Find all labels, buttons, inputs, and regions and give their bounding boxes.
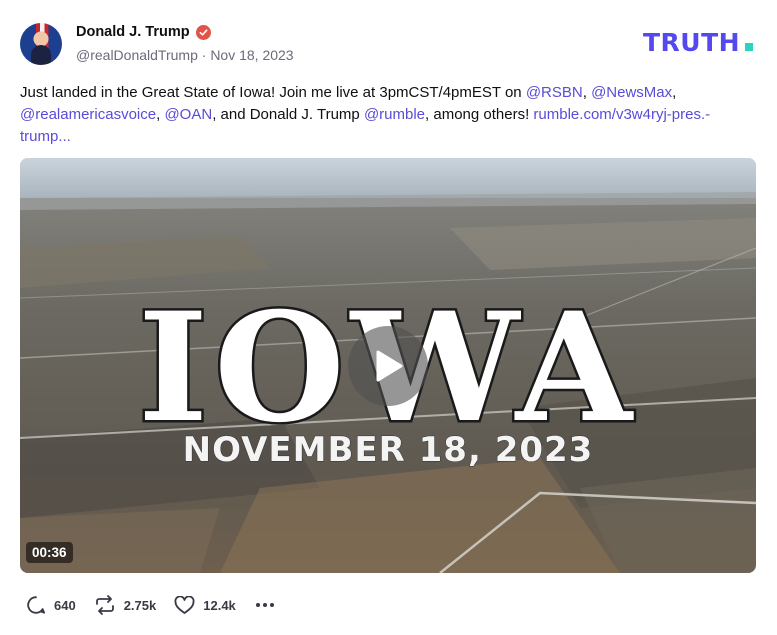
post-sep-1: , [582,84,592,101]
avatar[interactable] [20,23,62,65]
more-dot [262,603,267,607]
more-dots-icon[interactable] [255,603,274,607]
post-text-part-1: Just landed in the Great State of Iowa! … [20,84,526,101]
truth-post: Donald J. Trump @realDonaldTrump · Nov 1… [0,0,777,635]
name-row: Donald J. Trump [76,24,211,40]
meta-separator: · [201,47,207,63]
repost-count: 2.75k [123,597,157,613]
repost-button[interactable]: 2.75k [94,595,157,615]
more-dot [269,603,274,607]
video-duration: 00:36 [26,542,73,563]
truth-logo[interactable]: TRUTH [643,28,755,61]
heart-icon [174,595,195,614]
mention-newsmax[interactable]: @NewsMax [591,84,672,101]
verified-badge-icon [195,24,211,40]
mention-oan[interactable]: @OAN [164,106,212,123]
mention-realamericasvoice[interactable]: @realamericasvoice [20,106,156,123]
truth-logo-text: TRUTH [643,28,740,56]
reply-button[interactable]: 640 [26,595,76,615]
play-icon [376,350,403,382]
repost-icon [95,595,114,615]
post-sep-2: , [672,84,677,101]
reply-icon [27,596,46,614]
post-text: Just landed in the Great State of Iowa! … [20,82,757,148]
post-text-part-3: , among others! [425,106,534,123]
reply-count: 640 [54,597,76,613]
like-count: 12.4k [203,597,236,613]
display-name[interactable]: Donald J. Trump [76,24,190,40]
play-button[interactable] [348,326,428,406]
handle-row: @realDonaldTrump · Nov 18, 2023 [76,47,294,63]
action-bar: 640 2.75k 12.4k [26,594,274,616]
truth-logo-dot [745,43,753,51]
like-button[interactable]: 12.4k [174,595,236,615]
mention-rsbn[interactable]: @RSBN [526,84,583,101]
video-player[interactable]: IOWA NOVEMBER 18, 2023 00:36 [20,158,756,573]
author-handle[interactable]: @realDonaldTrump [76,47,198,63]
post-date[interactable]: Nov 18, 2023 [210,47,293,63]
overlay-date: NOVEMBER 18, 2023 [183,430,594,470]
mention-rumble[interactable]: @rumble [364,106,425,123]
more-dot [255,603,260,607]
post-text-part-2: , and Donald J. Trump [212,106,364,123]
post-header: Donald J. Trump @realDonaldTrump · Nov 1… [20,20,757,66]
truth-logo-svg: TRUTH [643,28,753,57]
